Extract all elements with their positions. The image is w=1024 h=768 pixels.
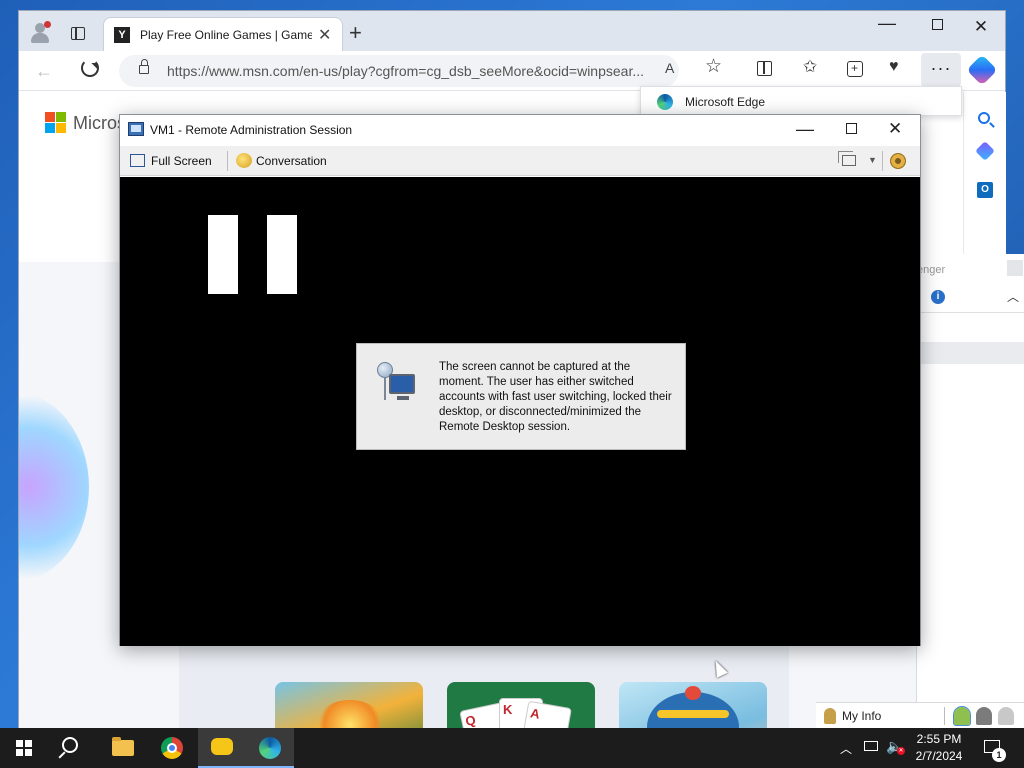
tab-title: Play Free Online Games | Games: [140, 28, 312, 42]
collections-icon[interactable]: [847, 60, 863, 77]
start-icon[interactable]: [16, 740, 32, 756]
game-card-1[interactable]: [275, 682, 423, 730]
status-offline-icon[interactable]: [998, 707, 1014, 725]
divider: [882, 151, 883, 171]
remote-session-window: VM1 - Remote Administration Session — ✕ …: [119, 114, 921, 646]
pause-icon: [208, 215, 238, 294]
remote-computer-icon: [375, 360, 419, 404]
close-icon[interactable]: ✕: [318, 25, 331, 45]
remote-session-toolbar: Full Screen Conversation ▼: [120, 146, 920, 176]
my-info-link[interactable]: My Info: [842, 709, 881, 723]
copilot-icon[interactable]: [966, 54, 998, 86]
close-button[interactable]: ✕: [888, 119, 902, 139]
chevron-up-icon[interactable]: ︿: [840, 740, 852, 757]
remote-screen[interactable]: The screen cannot be captured at the mom…: [120, 177, 920, 646]
full-screen-button[interactable]: Full Screen: [151, 154, 212, 168]
minimize-button[interactable]: —: [867, 13, 907, 34]
microsoft-logo-icon: [45, 112, 67, 134]
full-screen-icon[interactable]: [130, 154, 145, 167]
muted-badge-icon: ✕: [897, 747, 905, 755]
chat-icon[interactable]: [198, 728, 246, 768]
messenger-footer: My Info: [816, 702, 1024, 728]
clock-date[interactable]: 2/7/2024: [912, 749, 966, 763]
tab-strip: Y Play Free Online Games | Games ✕ + — ✕: [19, 11, 1005, 51]
clock-time[interactable]: 2:55 PM: [916, 732, 962, 746]
game-card-2[interactable]: Q K A: [447, 682, 595, 730]
edge-icon: [657, 94, 673, 110]
messenger-title: enger: [917, 264, 946, 276]
chevron-down-icon[interactable]: ▼: [868, 155, 877, 165]
capture-message-box: The screen cannot be captured at the mom…: [356, 343, 686, 450]
browser-tab[interactable]: Y Play Free Online Games | Games ✕: [103, 17, 343, 51]
chevron-up-icon[interactable]: ︿: [1007, 288, 1019, 305]
apps-icon[interactable]: [975, 141, 995, 161]
divider: [227, 151, 228, 171]
lock-icon[interactable]: [139, 59, 149, 74]
tab-favicon-icon: Y: [114, 27, 130, 43]
window-title: VM1 - Remote Administration Session: [150, 123, 353, 137]
edge-notification[interactable]: Microsoft Edge: [640, 86, 962, 116]
browser-toolbar: ← https://www.msn.com/en-us/play?cgfrom=…: [19, 51, 1005, 91]
search-icon[interactable]: [62, 737, 78, 753]
profile-icon[interactable]: [29, 21, 51, 43]
search-icon[interactable]: [978, 112, 990, 124]
taskbar: ︿ 🔈 ✕ 2:55 PM 2/7/2024 1: [0, 728, 1024, 768]
split-screen-icon[interactable]: [757, 61, 772, 76]
chrome-icon[interactable]: [148, 728, 196, 768]
headband-art: [657, 710, 729, 718]
file-explorer-icon[interactable]: [98, 728, 146, 768]
crab-art: [685, 686, 701, 700]
address-bar[interactable]: https://www.msn.com/en-us/play?cgfrom=cg…: [119, 55, 679, 87]
performance-icon[interactable]: ♥: [889, 59, 899, 75]
divider: [917, 312, 1024, 313]
settings-icon[interactable]: [890, 153, 906, 169]
maximize-button[interactable]: [917, 17, 957, 34]
capture-message-text: The screen cannot be captured at the mom…: [439, 361, 672, 433]
read-aloud-icon[interactable]: A: [665, 60, 674, 76]
explosion-art: [315, 700, 385, 730]
back-icon[interactable]: ←: [35, 61, 53, 82]
messenger-control[interactable]: [1007, 260, 1023, 276]
conversation-button[interactable]: Conversation: [256, 154, 327, 168]
edge-notification-text: Microsoft Edge: [685, 95, 766, 109]
remote-session-titlebar[interactable]: VM1 - Remote Administration Session — ✕: [120, 115, 920, 145]
messenger-window: enger i ︿: [916, 254, 1024, 728]
decorative-blob: [19, 392, 89, 582]
status-online-icon[interactable]: [953, 706, 971, 726]
notification-count: 1: [992, 748, 1006, 762]
conversation-icon[interactable]: [236, 153, 252, 168]
favorites-icon[interactable]: ✩: [803, 58, 817, 75]
network-icon[interactable]: [864, 741, 878, 751]
close-window-button[interactable]: ✕: [961, 17, 1001, 37]
divider: [944, 707, 945, 725]
user-icon: [824, 708, 836, 724]
more-icon[interactable]: ···: [921, 53, 961, 87]
status-away-icon[interactable]: [976, 707, 992, 725]
monitor-icon[interactable]: [838, 151, 856, 166]
minimize-button[interactable]: —: [796, 119, 814, 140]
refresh-icon[interactable]: [81, 59, 99, 77]
outlook-icon[interactable]: O: [977, 182, 993, 198]
game-card-3[interactable]: [619, 682, 767, 730]
info-icon[interactable]: i: [931, 290, 945, 304]
url-text[interactable]: https://www.msn.com/en-us/play?cgfrom=cg…: [167, 63, 657, 79]
edge-icon[interactable]: [246, 728, 294, 768]
maximize-button[interactable]: [846, 123, 857, 134]
messenger-group-header[interactable]: [917, 342, 1024, 364]
tab-actions-icon[interactable]: [71, 27, 85, 40]
pause-icon: [267, 215, 297, 294]
new-tab-icon[interactable]: +: [349, 22, 362, 44]
favorite-icon[interactable]: ☆: [705, 57, 722, 76]
remote-desktop-icon: [128, 122, 144, 136]
